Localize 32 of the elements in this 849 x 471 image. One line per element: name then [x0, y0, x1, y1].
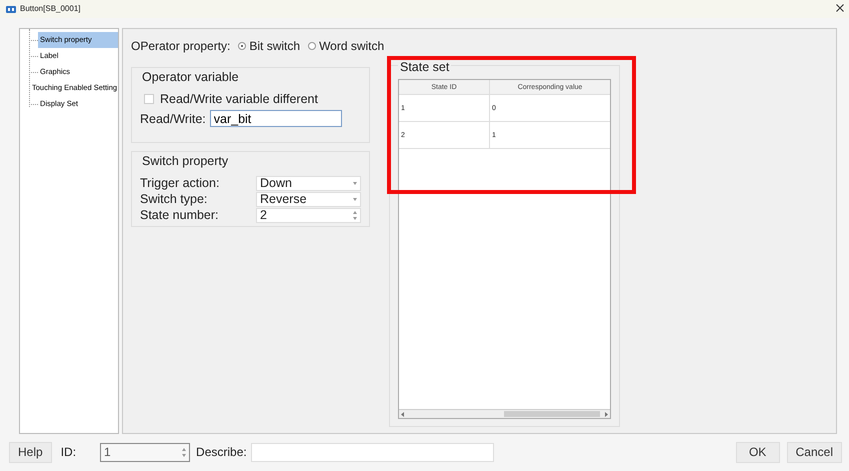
text-field[interactable]: [250, 442, 494, 462]
radio-label: Word switch: [319, 38, 384, 55]
horizontal-scrollbar[interactable]: [399, 409, 610, 418]
radio-button[interactable]: [238, 42, 246, 50]
spin-box[interactable]: 1: [100, 442, 190, 462]
app-icon: [6, 6, 16, 12]
dropdown[interactable]: Down: [256, 176, 361, 192]
spin-arrows-icon: [353, 211, 357, 220]
dialog-button[interactable]: OK: [736, 442, 780, 462]
dropdown[interactable]: Reverse: [256, 192, 361, 208]
spin-arrows-icon: [182, 448, 186, 456]
field-label: Switch type:: [140, 191, 208, 208]
field-label: State number:: [140, 207, 220, 224]
field-label: ID:: [60, 444, 76, 461]
caret-icon: [353, 182, 357, 186]
field-label: Describe:: [196, 444, 247, 461]
dialog-button[interactable]: Cancel: [786, 442, 842, 462]
help-button[interactable]: Help: [9, 442, 52, 462]
field-label: Read/Write:: [140, 110, 206, 128]
scroll-left-icon[interactable]: [401, 412, 404, 416]
scroll-right-icon[interactable]: [605, 412, 608, 416]
spin-box[interactable]: 2: [256, 208, 361, 224]
close-icon[interactable]: [836, 4, 844, 12]
checkbox[interactable]: [144, 94, 154, 104]
radio-label: Bit switch: [249, 38, 300, 55]
window-title: Button[SB_0001]: [20, 3, 80, 15]
field-label: Trigger action:: [140, 175, 220, 192]
caret-icon: [353, 198, 357, 202]
text-field[interactable]: var_bit: [210, 110, 342, 128]
radio-button[interactable]: [308, 42, 316, 50]
field-label: OPerator property:: [131, 38, 230, 55]
checkbox-label: Read/Write variable different: [160, 90, 318, 108]
